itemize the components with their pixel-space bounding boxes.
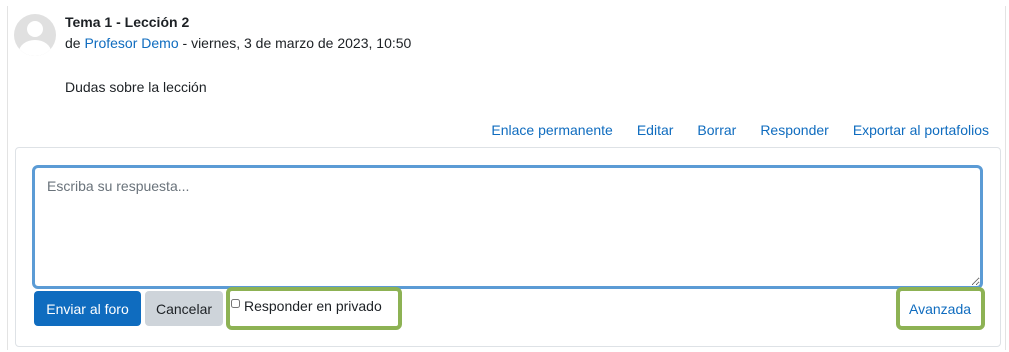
avatar[interactable] (14, 14, 56, 56)
byline-prefix: de (65, 35, 85, 51)
cancel-button[interactable]: Cancelar (145, 291, 223, 326)
export-portfolio-link[interactable]: Exportar al portafolios (853, 122, 989, 138)
reply-textarea[interactable] (32, 165, 983, 289)
edit-link[interactable]: Editar (637, 122, 674, 138)
avatar-head-shape (27, 21, 43, 37)
permalink-link[interactable]: Enlace permanente (491, 122, 612, 138)
post-commands: Enlace permanente Editar Borrar Responde… (491, 122, 989, 138)
post-byline: de Profesor Demo - viernes, 3 de marzo d… (65, 35, 411, 51)
advanced-link[interactable]: Avanzada (909, 301, 971, 317)
post-title: Tema 1 - Lección 2 (65, 14, 190, 30)
post-to-forum-button[interactable]: Enviar al foro (34, 291, 141, 326)
author-link[interactable]: Profesor Demo (84, 35, 178, 51)
avatar-body-shape (19, 40, 51, 56)
private-reply-label[interactable]: Responder en privado (244, 298, 382, 314)
post-message: Dudas sobre la lección (65, 79, 207, 95)
delete-link[interactable]: Borrar (697, 122, 736, 138)
byline-date: - viernes, 3 de marzo de 2023, 10:50 (178, 35, 412, 51)
reply-link[interactable]: Responder (760, 122, 829, 138)
private-reply-checkbox[interactable] (231, 299, 240, 308)
